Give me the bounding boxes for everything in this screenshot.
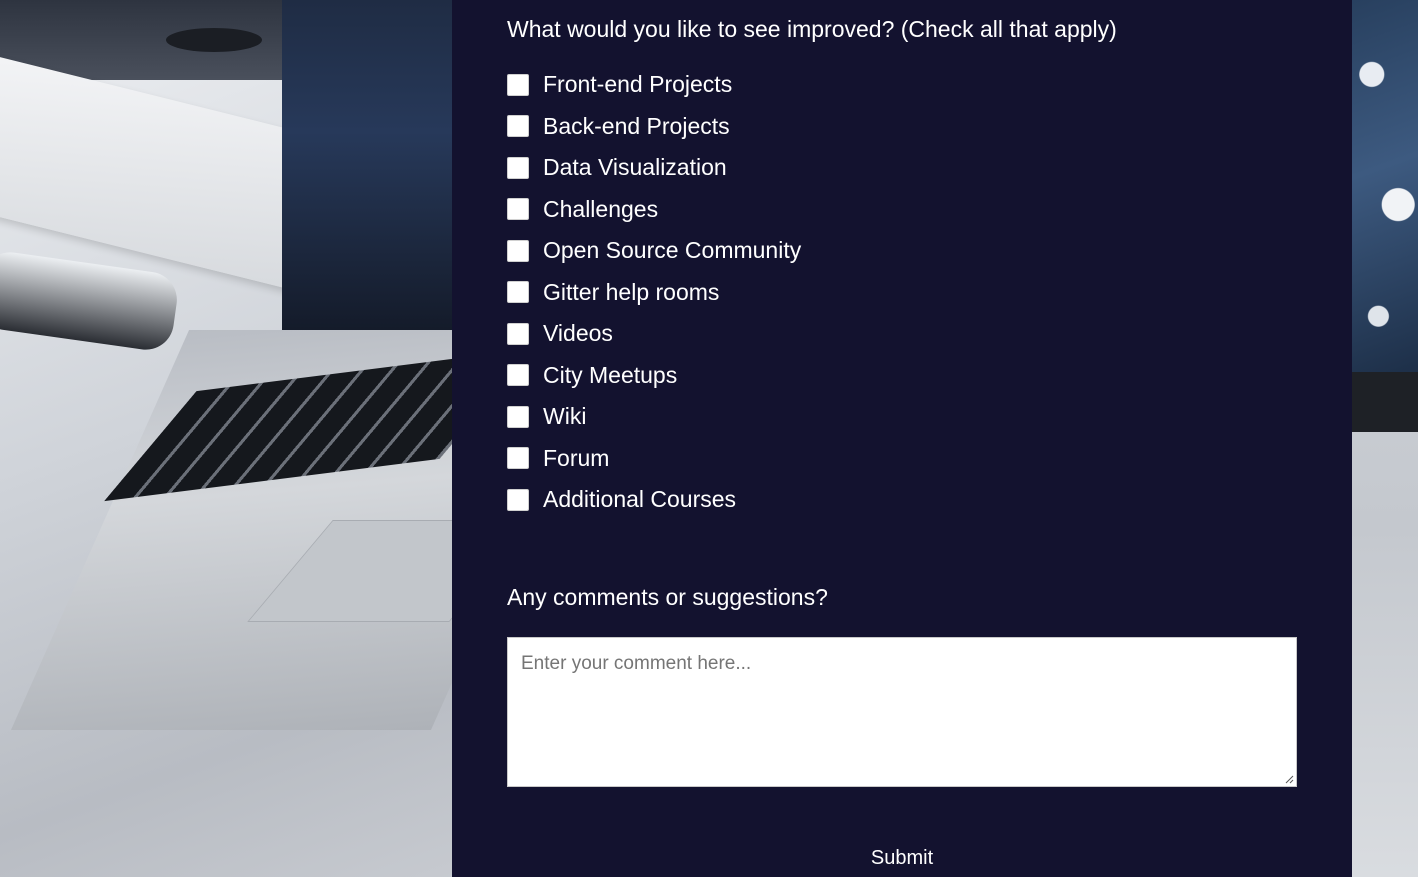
improvement-option-label: Back-end Projects <box>543 112 730 139</box>
submit-button[interactable]: Submit <box>452 840 1352 876</box>
background-right-monitor-stand <box>1352 372 1418 432</box>
page: What would you like to see improved? (Ch… <box>0 0 1418 877</box>
resize-grip-icon[interactable] <box>1284 774 1294 784</box>
improvement-option-checkbox[interactable] <box>507 488 529 511</box>
improvement-option[interactable]: Challenges <box>507 189 801 231</box>
improvement-option[interactable]: Open Source Community <box>507 230 801 272</box>
improvement-option-label: Open Source Community <box>543 237 802 264</box>
improvement-option[interactable]: Gitter help rooms <box>507 272 801 314</box>
background-laptop-screen <box>282 0 457 330</box>
improvement-option-checkbox[interactable] <box>507 198 529 221</box>
improvement-option-checkbox[interactable] <box>507 447 529 470</box>
comments-label: Any comments or suggestions? <box>507 584 828 610</box>
improvement-option-checkbox[interactable] <box>507 115 529 138</box>
improvement-option-checkbox[interactable] <box>507 156 529 179</box>
survey-form: What would you like to see improved? (Ch… <box>452 0 1352 877</box>
improvement-option-label: Gitter help rooms <box>543 278 720 305</box>
improvement-option-checkbox[interactable] <box>507 239 529 262</box>
comment-textarea[interactable]: Enter your comment here... <box>507 637 1297 787</box>
improvement-option-label: Videos <box>543 320 613 347</box>
improvement-option-checkbox[interactable] <box>507 364 529 387</box>
improvement-option-checkbox[interactable] <box>507 73 529 96</box>
improvement-option-label: Front-end Projects <box>543 71 733 98</box>
background-dark-object <box>0 0 320 80</box>
comment-placeholder: Enter your comment here... <box>521 653 752 674</box>
improvement-option-label: Wiki <box>543 403 587 430</box>
improvement-option-label: City Meetups <box>543 361 678 388</box>
improvement-option-label: Challenges <box>543 195 659 222</box>
improvement-options-list: Front-end Projects Back-end Projects Data … <box>507 64 801 521</box>
improvement-option-checkbox[interactable] <box>507 281 529 304</box>
improvement-option-label: Data Visualization <box>543 154 727 181</box>
background-right-monitor <box>1352 0 1418 372</box>
improvement-question: What would you like to see improved? (Ch… <box>507 16 1117 42</box>
improvement-option[interactable]: Additional Courses <box>507 479 801 521</box>
improvement-option-checkbox[interactable] <box>507 405 529 428</box>
improvement-option[interactable]: Videos <box>507 313 801 355</box>
improvement-option[interactable]: Wiki <box>507 396 801 438</box>
improvement-option-checkbox[interactable] <box>507 322 529 345</box>
improvement-option[interactable]: Front-end Projects <box>507 64 801 106</box>
background-puck <box>166 28 262 52</box>
improvement-option[interactable]: Forum <box>507 438 801 480</box>
improvement-option-label: Forum <box>543 444 610 471</box>
improvement-option-label: Additional Courses <box>543 486 737 513</box>
improvement-option[interactable]: Data Visualization <box>507 147 801 189</box>
improvement-option[interactable]: City Meetups <box>507 355 801 397</box>
improvement-option[interactable]: Back-end Projects <box>507 106 801 148</box>
